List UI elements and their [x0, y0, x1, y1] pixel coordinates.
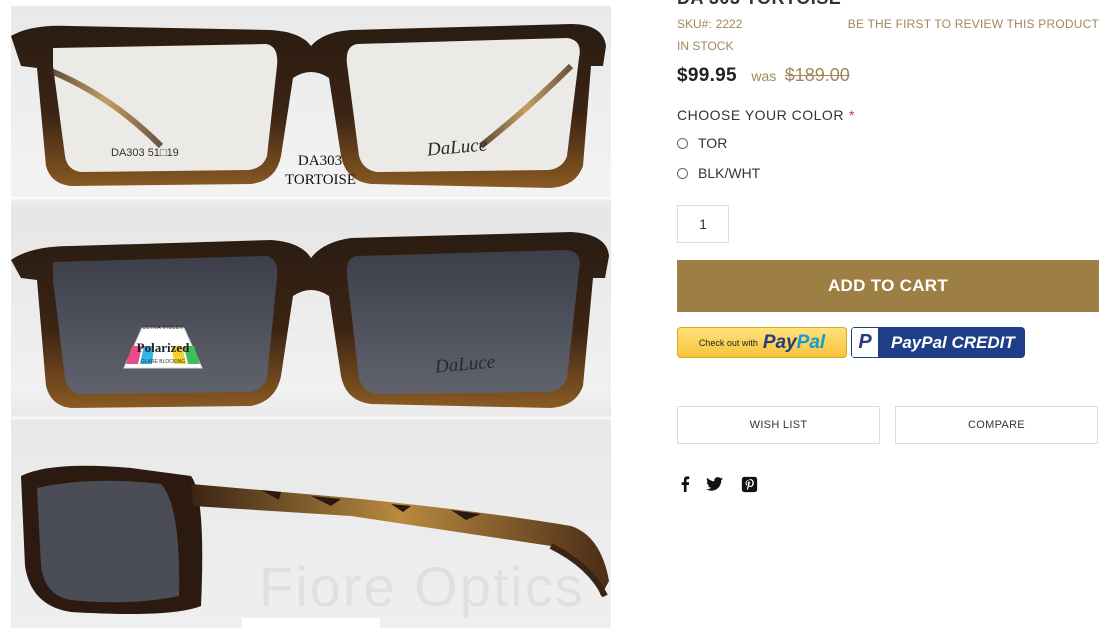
radio-tor[interactable]	[677, 137, 688, 149]
color-option-blk-wht[interactable]: BLK/WHT	[677, 165, 760, 181]
badge-top-text: ULTRA VIOLET	[142, 325, 184, 331]
compare-button[interactable]: COMPARE	[895, 406, 1098, 444]
sku-label: SKU#:	[677, 17, 712, 31]
model-tag-line1: DA303	[297, 153, 343, 169]
product-image[interactable]: DA303 51□19 DA303 TORTOISE DaLuce DaLuce…	[11, 6, 611, 628]
watermark: Fiore Optics	[259, 555, 585, 618]
frame-sun	[11, 232, 609, 408]
paypal-logo: PayPal	[763, 332, 825, 354]
polarized-badge: ULTRA VIOLET Polarized GLARE BLOCKING	[118, 324, 208, 374]
color-option-blk-wht-label: BLK/WHT	[698, 165, 761, 181]
color-option-title: CHOOSE YOUR COLOR	[677, 107, 844, 123]
paypal-logo-pay: Pay	[762, 331, 797, 353]
paypal-credit-label: PayPal CREDIT	[891, 332, 1015, 352]
old-price: $189.00	[784, 65, 850, 85]
image-caption-tab	[242, 618, 380, 628]
badge-bottom-text: GLARE BLOCKING	[140, 359, 186, 365]
badge-main-text: Polarized	[136, 340, 190, 355]
paypal-logo-pal: Pal	[796, 331, 826, 353]
review-link[interactable]: BE THE FIRST TO REVIEW THIS PRODUCT	[848, 17, 1099, 31]
product-title: DA 303 TORTOISE	[677, 0, 841, 9]
color-option-label: CHOOSE YOUR COLOR *	[677, 107, 855, 123]
was-label: was	[751, 68, 777, 84]
stock-status: IN STOCK	[677, 39, 734, 53]
paypal-p-icon: P	[851, 327, 879, 358]
current-price: $99.95	[677, 65, 737, 86]
model-tag-line2: TORTOISE	[285, 172, 357, 188]
sku: SKU#: 2222	[677, 17, 742, 31]
pinterest-icon[interactable]	[739, 474, 759, 494]
color-option-tor-label: TOR	[698, 135, 728, 151]
twitter-icon[interactable]	[704, 474, 724, 494]
sku-value: 2222	[715, 17, 743, 31]
quantity-input[interactable]: 1	[677, 205, 729, 243]
paypal-credit-button[interactable]: P PayPal CREDIT	[851, 327, 1025, 358]
add-to-cart-button[interactable]: ADD TO CART	[677, 260, 1099, 312]
color-option-tor[interactable]: TOR	[677, 135, 727, 151]
radio-blk-wht[interactable]	[677, 167, 688, 179]
paypal-checkout-button[interactable]: Check out with PayPal	[677, 327, 847, 358]
facebook-icon[interactable]	[675, 474, 695, 494]
product-info-panel: DA 303 TORTOISE SKU#:2222 BE THE FIRST T…	[677, 0, 1101, 628]
eyeglasses-illustration	[11, 24, 611, 614]
required-mark: *	[848, 107, 855, 123]
model-engraving: DA303 51□19	[111, 147, 179, 159]
price-row: $99.95 was $189.00	[677, 65, 850, 87]
paypal-prefix: Check out with	[698, 337, 758, 348]
wish-list-button[interactable]: WISH LIST	[677, 406, 880, 444]
